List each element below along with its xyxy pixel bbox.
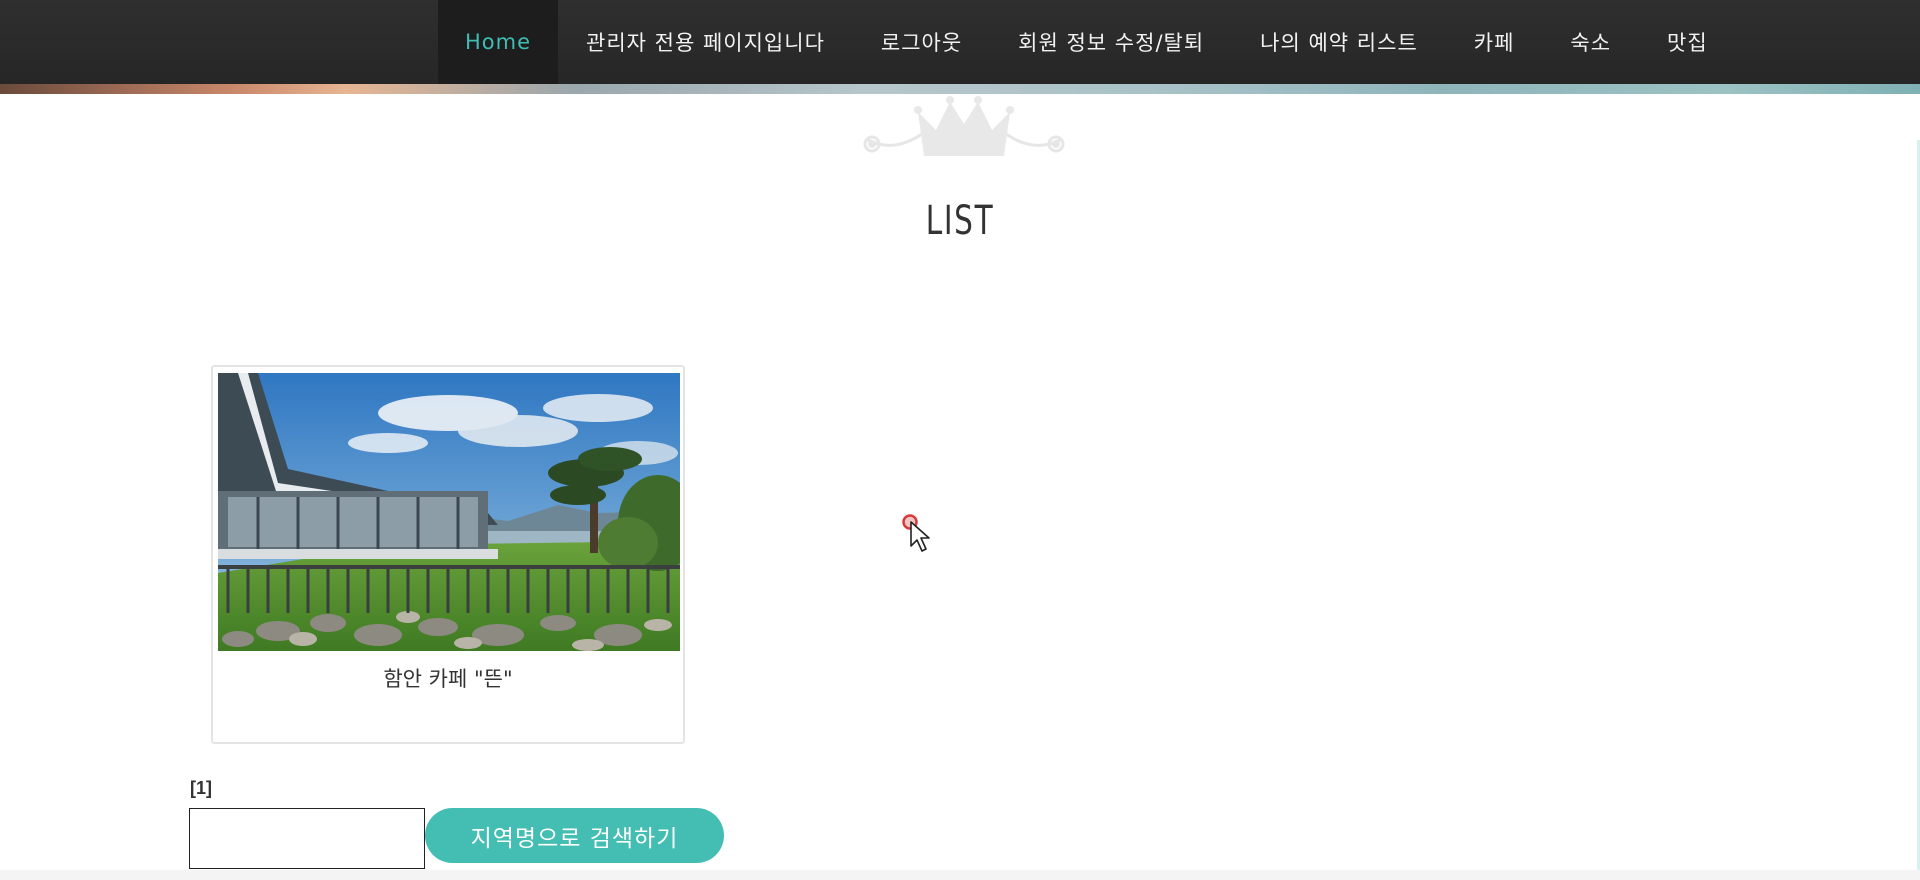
nav-item-label: 로그아웃 (880, 31, 963, 55)
nav-item-home[interactable]: Home (438, 0, 559, 84)
nav-item-lodging[interactable]: 숙소 (1542, 0, 1639, 84)
nav-item-label: 숙소 (1570, 31, 1612, 55)
nav-item-label: 회원 정보 수정/탈퇴 (1018, 31, 1205, 55)
bottom-band (0, 870, 1920, 880)
page-number-link[interactable]: [1] (190, 778, 212, 799)
cafe-photo[interactable] (218, 373, 680, 651)
nav-item-label: 카페 (1473, 31, 1515, 55)
card-caption[interactable]: 함안 카페 "뜬" (213, 663, 683, 693)
list-card[interactable]: 함안 카페 "뜬" (211, 365, 685, 744)
nav-item-edit-member[interactable]: 회원 정보 수정/탈퇴 (990, 0, 1232, 84)
nav-item-label: 관리자 전용 페이지입니다 (586, 31, 825, 55)
mouse-cursor-icon (902, 514, 930, 552)
top-navbar: Home 관리자 전용 페이지입니다 로그아웃 회원 정보 수정/탈퇴 나의 예… (0, 0, 1920, 86)
region-search-button[interactable]: 지역명으로 검색하기 (425, 808, 724, 863)
nav-item-admin-page[interactable]: 관리자 전용 페이지입니다 (558, 0, 853, 84)
nav-item-label: Home (465, 30, 532, 54)
nav-item-logout[interactable]: 로그아웃 (853, 0, 990, 84)
nav-item-label: 나의 예약 리스트 (1260, 31, 1418, 55)
nav-item-my-reservations[interactable]: 나의 예약 리스트 (1232, 0, 1446, 84)
nav-menu: Home 관리자 전용 페이지입니다 로그아웃 회원 정보 수정/탈퇴 나의 예… (438, 0, 1736, 84)
header-decoration-strip (0, 84, 1920, 94)
nav-item-label: 맛집 (1667, 31, 1708, 55)
nav-item-restaurant[interactable]: 맛집 (1639, 0, 1736, 84)
region-search-input[interactable] (189, 808, 425, 869)
nav-item-cafe[interactable]: 카페 (1446, 0, 1543, 84)
page-title: LIST (925, 198, 995, 244)
crown-icon (863, 96, 1065, 156)
